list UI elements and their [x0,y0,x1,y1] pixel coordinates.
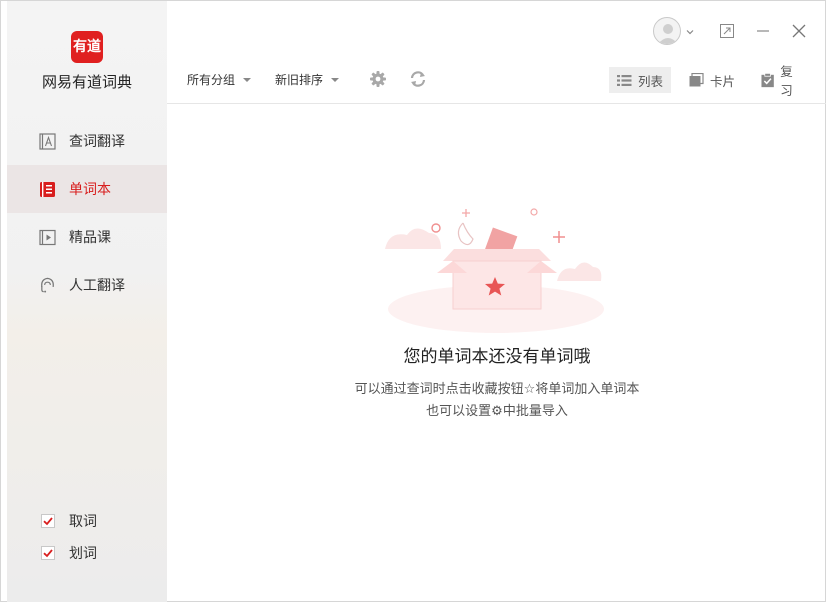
option-label: 划词 [69,546,97,562]
view-card-button[interactable]: 卡片 [681,67,743,93]
user-icon [658,24,678,44]
caret-down-icon [243,77,252,82]
wordbook-toolbar: 所有分组 新旧排序 列表 卡片 复习 [187,64,812,98]
sort-order-label: 新旧排序 [275,73,324,87]
gear-icon[interactable] [369,70,387,88]
view-list-button[interactable]: 列表 [609,67,672,93]
user-avatar[interactable] [653,17,681,45]
sidebar-item-label: 人工翻译 [69,278,125,294]
group-filter-dropdown[interactable]: 所有分组 [187,71,252,88]
view-list-label: 列表 [638,73,664,89]
dictionary-icon [39,132,56,150]
capture-options: 取词 划词 [41,505,97,569]
minimize-button[interactable] [753,21,773,41]
view-card-label: 卡片 [710,73,736,89]
view-review-label: 复习 [780,64,793,98]
view-review-button[interactable]: 复习 [753,64,812,98]
checkbox-word-capture[interactable] [41,514,55,528]
option-select-translate[interactable]: 划词 [41,537,97,569]
logo-text: 有道 [73,39,101,55]
sidebar-item-lookup-translate[interactable]: 查词翻译 [7,117,167,165]
option-label: 取词 [69,514,97,530]
headset-icon [39,277,56,294]
sidebar-item-label: 查词翻译 [69,134,125,150]
option-word-capture[interactable]: 取词 [41,505,97,537]
app-window: 有道 网易有道词典 查词翻译 单词本 精品课 人工翻译 取词 划词 所有分组 新… [0,0,826,602]
empty-state-hint-2: 也可以设置⚙中批量导入 [426,404,568,419]
checkmark-icon [43,517,53,526]
empty-box-illustration [385,208,604,333]
sidebar: 有道 网易有道词典 查词翻译 单词本 精品课 人工翻译 取词 划词 [7,1,167,602]
app-name: 网易有道词典 [41,73,132,91]
course-play-icon [39,229,56,246]
review-clipboard-icon [761,72,774,87]
window-controls [653,17,809,45]
sidebar-item-human-translation[interactable]: 人工翻译 [7,261,167,309]
checkbox-select-translate[interactable] [41,546,55,560]
close-button[interactable] [789,21,809,41]
minimize-icon [757,30,769,32]
empty-state-title: 您的单词本还没有单词哦 [403,347,591,367]
top-bar: 所有分组 新旧排序 列表 卡片 复习 [167,1,826,104]
sidebar-item-courses[interactable]: 精品课 [7,213,167,261]
expand-icon [720,24,734,38]
caret-down-icon [331,77,340,82]
sidebar-item-wordbook[interactable]: 单词本 [7,165,167,213]
sidebar-item-label: 精品课 [69,230,111,246]
empty-state-hint-1: 可以通过查词时点击收藏按钮☆将单词加入单词本 [354,382,640,397]
sort-order-dropdown[interactable]: 新旧排序 [275,71,340,88]
group-filter-label: 所有分组 [187,73,236,87]
checkmark-icon [43,549,53,558]
chevron-down-icon[interactable] [685,22,695,41]
card-icon [689,73,704,87]
expand-window-button[interactable] [717,21,737,41]
sidebar-item-label: 单词本 [69,182,111,198]
close-icon [792,24,806,38]
app-logo: 有道 [71,31,103,63]
sync-icon[interactable] [409,70,427,88]
wordbook-icon [39,181,56,198]
sidebar-nav: 查词翻译 单词本 精品课 人工翻译 [7,117,167,309]
list-icon [617,74,632,86]
